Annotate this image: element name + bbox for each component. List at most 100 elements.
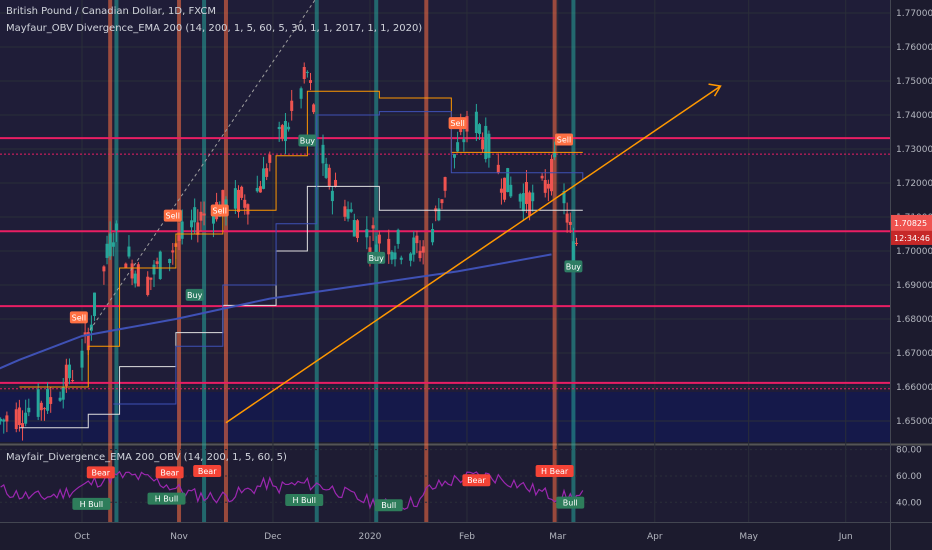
candle-body [393, 252, 397, 260]
candle-body [255, 187, 259, 192]
candle-body [114, 223, 118, 231]
candle-body [171, 250, 175, 253]
signal-badge-label: Sell [166, 212, 180, 221]
candle-body [543, 179, 547, 193]
candle-body [334, 179, 338, 187]
candle-body [546, 183, 550, 189]
candle-body [105, 243, 109, 258]
price-tick-label: 1.70000 [896, 247, 932, 257]
bull-divergence-signal: H Bull [285, 493, 324, 506]
bull-divergence-signal: H Bull [147, 492, 186, 505]
time-tick-label: Mar [549, 532, 566, 542]
candle-body [42, 408, 46, 410]
signal-badge-label: Buy [300, 137, 316, 146]
signal-stripe [552, 0, 557, 522]
signal-badge-label: Sell [72, 313, 86, 322]
candle-body [330, 190, 334, 202]
candle-body [346, 209, 350, 219]
bull-divergence-signal: Bull [556, 496, 585, 509]
candle-body [193, 207, 197, 223]
divergence-badge-label: H Bull [155, 495, 179, 504]
bar-countdown-label: 12:34:46 [894, 234, 930, 243]
bull-divergence-signal: H Bull [72, 497, 111, 510]
candle-body [415, 235, 419, 244]
candle-body [540, 175, 544, 179]
indicator-legend: Mayfaur_OBV Divergence_EMA 200 (14, 200,… [6, 23, 423, 34]
divergence-badge-label: Bear [467, 476, 486, 485]
candle-body [456, 142, 460, 152]
candle-body [575, 242, 579, 244]
candle-body [412, 237, 416, 255]
candle-body [390, 251, 394, 260]
candle-body [93, 292, 97, 317]
candle-body [168, 259, 172, 264]
oscillator-tick-label: 80.00 [896, 446, 922, 456]
candle-body [155, 261, 159, 264]
price-tick-label: 1.72000 [896, 179, 932, 189]
candle-body [64, 364, 68, 387]
candle-body [418, 250, 422, 259]
candle-body [550, 158, 553, 192]
price-tick-label: 1.66000 [896, 383, 932, 393]
candle-body [199, 211, 203, 221]
candle-body [158, 251, 162, 279]
candle-body [221, 190, 225, 206]
candle-body [149, 277, 153, 280]
candle-body [67, 364, 71, 379]
chart-window[interactable]: Sell Sell Sell Buy Sell Buy Buy Sell Buy 1.77000 1… [0, 0, 932, 550]
candle-body [528, 192, 532, 216]
candle-body [27, 407, 31, 413]
candle-body [355, 220, 359, 238]
time-tick-label: May [739, 532, 758, 542]
candle-body [531, 192, 535, 202]
price-tick-label: 1.74000 [896, 111, 932, 121]
signal-stripe [114, 0, 119, 522]
candle-body [440, 199, 444, 204]
candle-body [506, 168, 510, 193]
candle-body [377, 234, 381, 244]
candle-body [24, 412, 28, 424]
bear-divergence-signal: Bear [86, 466, 115, 479]
signal-badge-label: Sell [212, 207, 226, 216]
candle-body [452, 154, 456, 158]
time-tick-label: Jun [838, 532, 853, 542]
time-tick-label: 2020 [359, 532, 382, 542]
signal-stripe [314, 0, 319, 522]
candle-body [521, 193, 525, 212]
candle-body [265, 168, 269, 177]
candle-body [180, 221, 184, 239]
symbol-legend: British Pound / Canadian Dollar, 1D, FXC… [6, 6, 216, 17]
candle-body [324, 163, 328, 178]
signal-stripe [108, 0, 113, 522]
price-chart[interactable]: Sell Sell Sell Buy Sell Buy Buy Sell Buy 1.77000 1… [0, 0, 932, 550]
signal-badge-label: Sell [557, 136, 571, 145]
price-pane-bg [0, 0, 890, 442]
price-tick-label: 1.65000 [896, 417, 932, 427]
candle-body [387, 238, 391, 255]
candle-body [443, 177, 447, 191]
candle-body [146, 276, 150, 295]
buy-signal: Buy [564, 260, 583, 273]
candle-body [268, 154, 272, 163]
bear-divergence-signal: Bear [155, 466, 184, 479]
candle-body [108, 233, 112, 257]
candle-body [262, 168, 266, 189]
divergence-badge-label: H Bull [80, 500, 104, 509]
candle-body [396, 229, 400, 244]
candle-body [102, 266, 106, 272]
candle-body [343, 206, 347, 217]
candle-body [80, 350, 84, 368]
candle-body [568, 221, 572, 225]
candle-body [280, 125, 284, 139]
price-tick-label: 1.75000 [896, 77, 932, 87]
candle-body [399, 257, 403, 260]
signal-badge-label: Buy [369, 254, 385, 263]
candle-body [71, 380, 75, 382]
oscillator-legend: Mayfair_Divergence_EMA 200_OBV (14, 200,… [6, 452, 287, 463]
candle-body [39, 402, 43, 411]
divergence-badge-label: H Bear [541, 467, 569, 476]
candle-body [190, 220, 194, 228]
candle-body [524, 182, 528, 204]
buy-signal: Buy [185, 288, 204, 301]
candle-body [474, 111, 478, 134]
